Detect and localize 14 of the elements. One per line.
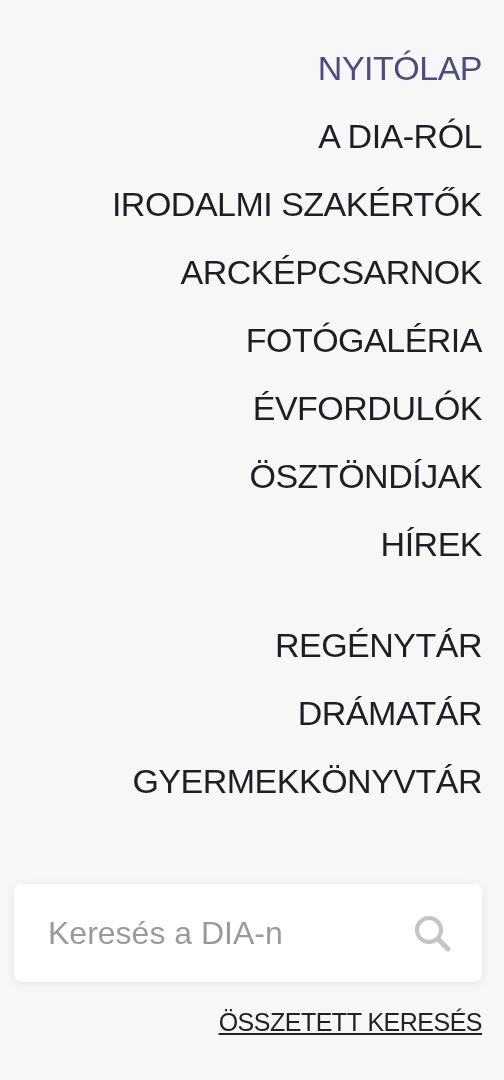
menu-item[interactable]: REGÉNYTÁR — [274, 611, 482, 679]
menu-item[interactable]: A DIA-RÓL — [318, 102, 482, 170]
menu-item[interactable]: DRÁMATÁR — [297, 679, 482, 747]
menu-item[interactable]: HÍREK — [380, 510, 482, 578]
menu-item[interactable]: ÉVFORDULÓK — [252, 374, 482, 442]
search-field[interactable]: Keresés a DIA-n — [14, 884, 482, 982]
menu-item[interactable]: ARCKÉPCSARNOK — [180, 238, 482, 306]
menu-item[interactable]: ÖSZTÖNDÍJAK — [249, 442, 482, 510]
menu-item[interactable]: FOTÓGALÉRIA — [245, 306, 482, 374]
menu-item[interactable]: NYITÓLAP — [317, 34, 482, 102]
menu-item[interactable]: GYERMEKKÖNYVTÁR — [132, 747, 482, 815]
search-icon[interactable] — [412, 913, 452, 953]
menu-item[interactable]: IRODALMI SZAKÉRTŐK — [111, 170, 482, 238]
advanced-search-link[interactable]: ÖSSZETETT KERESÉS — [218, 1008, 482, 1037]
